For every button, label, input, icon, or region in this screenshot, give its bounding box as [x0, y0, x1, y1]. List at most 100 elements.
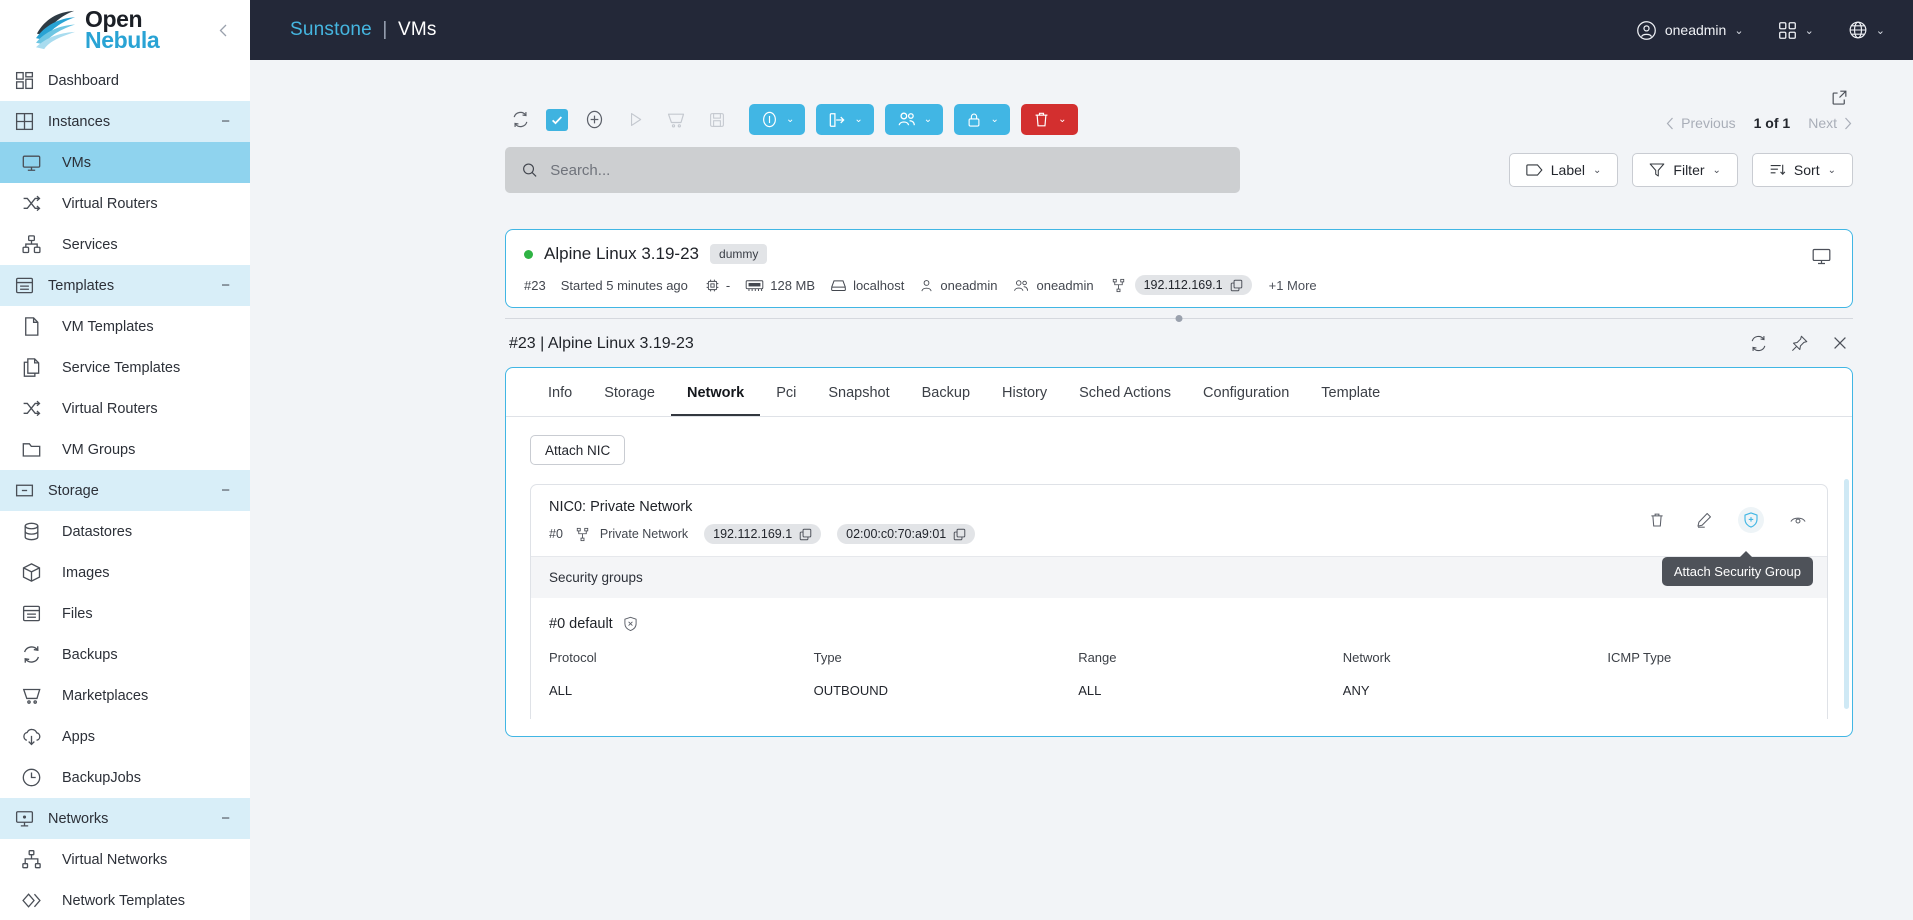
refresh-button[interactable] [505, 105, 535, 135]
detail-refresh-button[interactable] [1749, 334, 1768, 353]
sidebar-item-network-templates[interactable]: Network Templates [0, 880, 250, 920]
sidebar-item-marketplaces[interactable]: Marketplaces [0, 675, 250, 716]
ownership-actions-dropdown[interactable]: ⌄ [884, 104, 944, 135]
sidebar-item-files[interactable]: Files [0, 593, 250, 634]
nic-ip-value: 192.112.169.1 [713, 527, 793, 541]
table-cell: OUTBOUND [813, 683, 888, 698]
detail-panel-scrollbar[interactable] [1844, 479, 1849, 709]
detail-close-button[interactable] [1831, 334, 1849, 353]
sidebar-item-virtual-routers[interactable]: Virtual Routers [0, 183, 250, 224]
apps-menu[interactable]: ⌄ [1778, 21, 1814, 40]
lock-actions-dropdown[interactable]: ⌄ [954, 104, 1011, 135]
resume-button[interactable] [620, 105, 650, 135]
sidebar-item-templates[interactable]: Templates − [0, 265, 250, 306]
language-menu[interactable]: ⌄ [1848, 20, 1885, 40]
sidebar-item-services[interactable]: Services [0, 224, 250, 265]
splitter-line [505, 314, 1853, 322]
tab-storage[interactable]: Storage [588, 368, 671, 416]
tag-icon [1526, 164, 1543, 176]
sidebar-group-toggle[interactable]: − [221, 482, 250, 499]
tab-sched-actions[interactable]: Sched Actions [1063, 368, 1187, 416]
sidebar-group-toggle[interactable]: − [221, 277, 250, 294]
sidebar-item-backupjobs[interactable]: BackupJobs [0, 757, 250, 798]
filter-button[interactable]: Filter ⌄ [1632, 153, 1738, 187]
sidebar-item-label: Virtual Networks [62, 851, 168, 868]
detach-nic-button[interactable] [1644, 507, 1670, 533]
sidebar-item-images[interactable]: Images [0, 552, 250, 593]
tab-configuration[interactable]: Configuration [1187, 368, 1305, 416]
attach-security-group-button[interactable] [1738, 507, 1764, 533]
trash-icon [1651, 513, 1663, 527]
sidebar-item-networks[interactable]: Networks − [0, 798, 250, 839]
detach-security-group-button[interactable] [623, 616, 638, 632]
tab-history[interactable]: History [986, 368, 1063, 416]
network-actions-dropdown[interactable]: ⌄ [816, 104, 874, 135]
vm-vnc-button[interactable] [1811, 246, 1832, 267]
nic-mac-chip[interactable]: 02:00:c0:70:a9:01 [837, 524, 976, 544]
security-groups-header[interactable]: Security groups [531, 557, 1827, 598]
delete-actions-dropdown[interactable]: ⌄ [1021, 104, 1078, 135]
vm-ip-chip[interactable]: 192.112.169.1 [1134, 275, 1252, 295]
sidebar-item-virtual-networks[interactable]: Virtual Networks [0, 839, 250, 880]
user-menu[interactable]: oneadmin ⌄ [1636, 20, 1744, 41]
edit-nic-button[interactable] [1691, 507, 1717, 533]
save-button[interactable] [702, 105, 732, 135]
tab-network[interactable]: Network [670, 368, 761, 416]
previous-page-button[interactable]: Previous [1665, 115, 1736, 131]
sidebar-group-toggle[interactable]: − [221, 113, 250, 130]
tab-pci[interactable]: Pci [760, 368, 812, 416]
toggle-nic-visibility-button[interactable] [1785, 507, 1811, 533]
sidebar-item-service-templates[interactable]: Service Templates [0, 347, 250, 388]
sidebar-item-label: Datastores [62, 523, 133, 540]
label-filter-button[interactable]: Label ⌄ [1508, 153, 1619, 187]
nic-ip-chip[interactable]: 192.112.169.1 [704, 524, 822, 544]
copy-icon[interactable] [799, 528, 812, 541]
detail-tabs[interactable]: Info Storage Network Pci Snapshot Backup Histo… [506, 368, 1852, 417]
copy-icon[interactable] [953, 528, 966, 541]
vm-card[interactable]: Alpine Linux 3.19-23 dummy #23 Started 5… [505, 229, 1853, 308]
select-all-checkbox[interactable] [546, 108, 568, 131]
app-name: Sunstone [290, 19, 372, 40]
tab-snapshot[interactable]: Snapshot [812, 368, 905, 416]
sort-button[interactable]: Sort ⌄ [1751, 153, 1853, 187]
nic-attach-icon [830, 112, 845, 127]
sidebar-item-datastores[interactable]: Datastores [0, 511, 250, 552]
panel-splitter[interactable] [250, 308, 1913, 328]
eye-icon [1790, 517, 1806, 524]
create-vm-button[interactable] [579, 105, 609, 135]
expand-fullscreen-button[interactable] [1826, 86, 1853, 109]
file-icon [0, 316, 62, 337]
table-row: ALLINBOUNDALLANY [549, 710, 1809, 719]
vm-cpu-group: - [705, 278, 730, 293]
nic-card: NIC0: Private Network #0 Private Network… [530, 484, 1828, 719]
tab-template[interactable]: Template [1305, 368, 1396, 416]
search-input[interactable] [550, 161, 1224, 179]
sidebar-item-vms[interactable]: VMs [0, 142, 250, 183]
sidebar-item-virtual-routers[interactable]: Virtual Routers [0, 388, 250, 429]
splitter-handle[interactable] [1175, 314, 1183, 322]
marketplace-button[interactable] [661, 105, 691, 135]
copy-icon[interactable] [1230, 279, 1243, 292]
sidebar-group-toggle[interactable]: − [221, 810, 250, 827]
search-box[interactable] [505, 147, 1240, 193]
tab-backup[interactable]: Backup [906, 368, 986, 416]
sidebar-item-dashboard[interactable]: Dashboard [0, 60, 250, 101]
attach-nic-button[interactable]: Attach NIC [530, 435, 626, 465]
sidebar-item-apps[interactable]: Apps [0, 716, 250, 757]
group-icon [1014, 279, 1029, 291]
sidebar-item-label: VMs [62, 154, 91, 171]
chevron-down-icon: ⌄ [1712, 164, 1721, 176]
sidebar-item-instances[interactable]: Instances − [0, 101, 250, 142]
opennebula-logo[interactable]: Open Nebula [34, 7, 160, 52]
sidebar-navigation[interactable]: Dashboard Instances − VMs Virtual Routers… [0, 60, 250, 920]
sidebar-item-vm-groups[interactable]: VM Groups [0, 429, 250, 470]
next-page-button[interactable]: Next [1808, 115, 1853, 131]
tab-info[interactable]: Info [532, 368, 588, 416]
vm-more-ips-link[interactable]: +1 More [1269, 278, 1317, 293]
sidebar-item-vm-templates[interactable]: VM Templates [0, 306, 250, 347]
sidebar-item-storage[interactable]: Storage − [0, 470, 250, 511]
sidebar-item-backups[interactable]: Backups [0, 634, 250, 675]
detail-pin-button[interactable] [1790, 334, 1809, 353]
info-actions-dropdown[interactable]: ⌄ [749, 104, 806, 135]
sidebar-collapse-button[interactable] [211, 17, 236, 44]
